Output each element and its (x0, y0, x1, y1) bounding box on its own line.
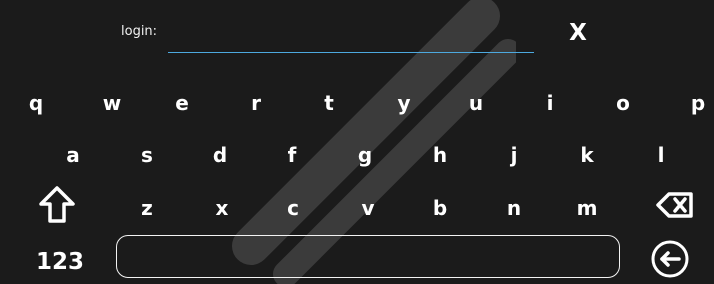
shift-icon (39, 186, 75, 223)
key-z[interactable]: z (130, 191, 164, 225)
key-m[interactable]: m (570, 191, 604, 225)
key-o[interactable]: o (606, 86, 640, 120)
key-c[interactable]: c (276, 191, 310, 225)
key-p[interactable]: p (681, 86, 714, 120)
numeric-mode-key[interactable]: 123 (36, 245, 94, 279)
key-e[interactable]: e (165, 86, 199, 120)
backspace-button[interactable] (654, 184, 696, 226)
key-d[interactable]: d (203, 138, 237, 172)
login-label: login: (121, 24, 158, 39)
key-j[interactable]: j (497, 138, 531, 172)
close-button[interactable]: X (563, 16, 593, 50)
enter-icon (651, 240, 689, 278)
key-u[interactable]: u (459, 86, 493, 120)
key-y[interactable]: y (387, 86, 421, 120)
key-s[interactable]: s (130, 138, 164, 172)
enter-button[interactable] (649, 238, 691, 280)
key-v[interactable]: v (351, 191, 385, 225)
key-q[interactable]: q (19, 86, 53, 120)
key-w[interactable]: w (95, 86, 129, 120)
login-input[interactable] (168, 18, 534, 53)
backspace-icon (656, 192, 693, 218)
key-f[interactable]: f (275, 138, 309, 172)
key-l[interactable]: l (644, 138, 678, 172)
key-n[interactable]: n (497, 191, 531, 225)
key-r[interactable]: r (239, 86, 273, 120)
key-i[interactable]: i (533, 86, 567, 120)
key-b[interactable]: b (423, 191, 457, 225)
login-keyboard-screen: login: X q w e r t y u i o p a s d f g h… (0, 0, 714, 284)
key-k[interactable]: k (570, 138, 604, 172)
key-t[interactable]: t (312, 86, 346, 120)
key-g[interactable]: g (348, 138, 382, 172)
key-a[interactable]: a (56, 138, 90, 172)
key-h[interactable]: h (423, 138, 457, 172)
key-x[interactable]: x (205, 191, 239, 225)
space-bar[interactable] (116, 235, 620, 278)
shift-button[interactable] (36, 184, 78, 226)
